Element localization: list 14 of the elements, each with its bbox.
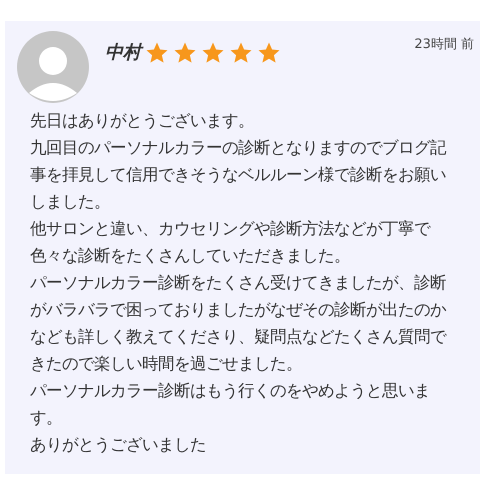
star-icon: [257, 40, 281, 64]
review-text: 先日はありがとうございます。: [30, 110, 255, 132]
review-text: パーソナルカラー診断をたくさん受けてきましたが、診断がバラバラで困っておりましたがなぜその診断が出たのかなども詳しく教えてくださり、疑問点などたくさん質問できたので楽しい時間を過ごせました。: [30, 272, 448, 375]
review-text: 九回目のパーソナルカラーの診断となりますのでブログ記事を拝見して信用できそうなベルルーン様で診断をお願いしました。: [30, 137, 448, 213]
star-icon: [145, 40, 169, 64]
timestamp: 23時間 前: [414, 36, 474, 54]
review-text: 他サロンと違い、カウセリングや診断方法などが丁寧で色々な診断をたくさんしていただきました。: [30, 218, 432, 267]
avatar-icon: [17, 31, 89, 103]
author-name: 中村: [105, 39, 141, 66]
star-icon: [201, 40, 225, 64]
review-text: ありがとうございました: [30, 434, 207, 456]
star-icon: [173, 40, 197, 64]
star-icon: [229, 40, 253, 64]
review-text: パーソナルカラー診断はもう行くのをやめようと思います。: [30, 380, 431, 429]
